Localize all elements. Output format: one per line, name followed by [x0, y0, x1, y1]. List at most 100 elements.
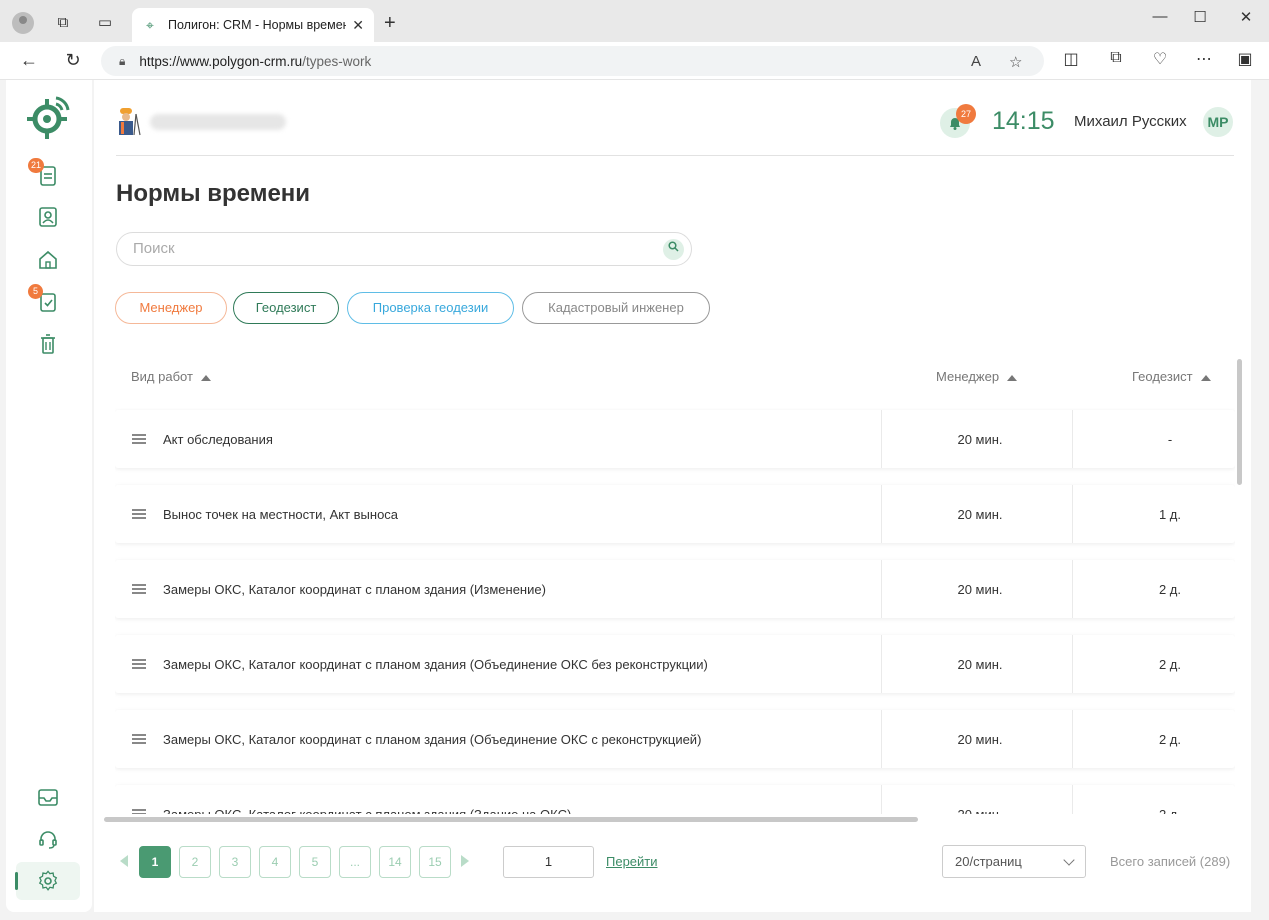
url-text: https://www.polygon-crm.ru/types-work — [139, 53, 372, 69]
sidebar-item-support[interactable] — [36, 827, 60, 851]
sidebar-item-settings[interactable] — [36, 869, 60, 893]
surveyor-time: 2 д. — [1158, 732, 1182, 747]
polygon-logo-icon[interactable] — [26, 94, 72, 140]
manager-time: 20 мин. — [957, 507, 1003, 522]
table-row[interactable]: Замеры ОКС, Каталог координат с планом з… — [115, 710, 1235, 768]
column-header-surveyor[interactable]: Геодезист — [1132, 369, 1211, 384]
drag-handle-icon[interactable] — [132, 659, 146, 669]
per-page-select[interactable]: 20/страниц — [942, 845, 1086, 878]
tab-close-icon[interactable]: ✕ — [352, 17, 364, 34]
user-name[interactable]: Михаил Русских — [1074, 113, 1187, 130]
drag-handle-icon[interactable] — [132, 734, 146, 744]
tasks-badge: 5 — [28, 284, 43, 299]
page-ellipsis[interactable]: ... — [339, 846, 371, 878]
goto-page-input[interactable]: 1 — [503, 846, 594, 878]
read-aloud-icon[interactable]: A — [971, 53, 981, 70]
filter-chip-cadastral-engineer[interactable]: Кадастровый инженер — [522, 292, 710, 324]
collections-icon[interactable]: ⧉ — [1105, 49, 1127, 67]
page-button[interactable]: 5 — [299, 846, 331, 878]
work-types-table: Акт обследования 20 мин. - Вынос точек на м… — [115, 408, 1235, 814]
goto-page-link[interactable]: Перейти — [606, 854, 658, 869]
sidebar-item-tasks[interactable]: 5 — [28, 284, 60, 314]
search-box — [116, 232, 692, 266]
column-divider — [1072, 485, 1073, 543]
inbox-icon — [38, 789, 58, 806]
sidebar-item-trash[interactable] — [36, 332, 60, 356]
horizontal-scrollbar[interactable] — [104, 817, 918, 822]
sidebar-toggle-icon[interactable]: ▣ — [1234, 49, 1256, 69]
avatar[interactable]: МР — [1203, 107, 1233, 137]
manager-time: 20 мин. — [957, 582, 1003, 597]
sidebar-item-contacts[interactable] — [36, 205, 60, 229]
split-screen-icon[interactable]: ◫ — [1060, 49, 1082, 69]
drag-handle-icon[interactable] — [132, 434, 146, 444]
sidebar-active-indicator — [15, 872, 18, 890]
table-row[interactable]: Замеры ОКС, Каталог координат с планом з… — [115, 635, 1235, 693]
main-content: 27 14:15 Михаил Русских МР Нормы времени… — [94, 80, 1251, 912]
sidebar-item-inbox[interactable] — [36, 785, 60, 809]
table-row[interactable]: Вынос точек на местности, Акт выноса 20 м… — [115, 485, 1235, 543]
prev-page-icon[interactable] — [120, 855, 128, 867]
browser-essentials-icon[interactable]: ♡ — [1149, 49, 1171, 69]
table-row[interactable]: Замеры ОКС, Каталог координат с планом з… — [115, 785, 1235, 814]
drag-handle-icon[interactable] — [132, 584, 146, 594]
work-type-name: Акт обследования — [163, 432, 273, 447]
surveyor-time: - — [1167, 432, 1173, 447]
drag-handle-icon[interactable] — [132, 509, 146, 519]
minimize-icon[interactable]: — — [1150, 8, 1170, 25]
search-input[interactable] — [133, 240, 653, 257]
page-button[interactable]: 3 — [219, 846, 251, 878]
manager-time: 20 мин. — [885, 807, 1075, 814]
company-name-blurred — [150, 114, 286, 130]
filter-chip-survey-check[interactable]: Проверка геодезии — [347, 292, 514, 324]
app: 21 5 27 14:15 Михаил Русских МР Нормы вр… — [0, 80, 1269, 920]
trash-icon — [41, 334, 55, 354]
drag-handle-icon[interactable] — [132, 809, 146, 814]
new-tab-icon[interactable]: + — [384, 12, 396, 35]
surveyor-time: 2 д. — [1075, 807, 1235, 814]
column-divider — [881, 410, 882, 468]
column-header-work-type[interactable]: Вид работ — [131, 369, 211, 384]
sort-arrow-icon[interactable] — [1007, 374, 1018, 381]
page-button[interactable]: 14 — [379, 846, 411, 878]
filter-chip-surveyor[interactable]: Геодезист — [233, 292, 339, 324]
sort-arrow-icon[interactable] — [1200, 374, 1211, 381]
vertical-scrollbar[interactable] — [1237, 359, 1242, 485]
company-logo-icon — [119, 108, 141, 136]
contact-card-icon — [39, 207, 57, 227]
filter-chip-manager[interactable]: Менеджер — [115, 292, 227, 324]
notifications-badge: 27 — [956, 104, 976, 124]
column-divider — [881, 785, 882, 814]
sidebar-item-documents[interactable]: 21 — [28, 158, 60, 188]
close-window-icon[interactable]: ✕ — [1236, 8, 1256, 26]
column-header-manager[interactable]: Менеджер — [936, 369, 1018, 384]
search-icon[interactable] — [663, 239, 684, 260]
back-icon[interactable]: ← — [18, 50, 40, 71]
work-type-name: Замеры ОКС, Каталог координат с планом з… — [163, 657, 708, 672]
page-button[interactable]: 1 — [139, 846, 171, 878]
reload-icon[interactable]: ↻ — [62, 50, 84, 71]
home-icon — [39, 250, 57, 269]
documents-badge: 21 — [28, 158, 45, 173]
browser-tab[interactable]: ⌖ Полигон: CRM - Нормы времени ✕ — [132, 8, 374, 42]
page-button[interactable]: 15 — [419, 846, 451, 878]
column-divider — [1072, 785, 1073, 814]
url-field[interactable]: 🔒︎ https://www.polygon-crm.ru/types-work… — [101, 46, 1044, 76]
sidebar-item-home[interactable] — [36, 248, 60, 272]
tab-actions-icon[interactable]: ▭ — [96, 13, 114, 31]
table-row[interactable]: Акт обследования 20 мин. - — [115, 410, 1235, 468]
page-button[interactable]: 4 — [259, 846, 291, 878]
table-row[interactable]: Замеры ОКС, Каталог координат с планом з… — [115, 560, 1235, 618]
column-divider — [1072, 635, 1073, 693]
favorite-star-icon[interactable]: ☆ — [1009, 53, 1022, 71]
profile-icon[interactable] — [12, 12, 34, 34]
workspaces-icon[interactable]: ⧉ — [54, 13, 72, 31]
header-divider — [116, 155, 1234, 156]
page-button[interactable]: 2 — [179, 846, 211, 878]
maximize-icon[interactable]: ☐ — [1190, 8, 1210, 26]
page-title: Нормы времени — [116, 180, 311, 207]
sort-arrow-icon[interactable] — [200, 374, 211, 381]
more-menu-icon[interactable]: ⋯ — [1193, 49, 1215, 69]
next-page-icon[interactable] — [461, 855, 469, 867]
chevron-down-icon — [1063, 854, 1075, 866]
